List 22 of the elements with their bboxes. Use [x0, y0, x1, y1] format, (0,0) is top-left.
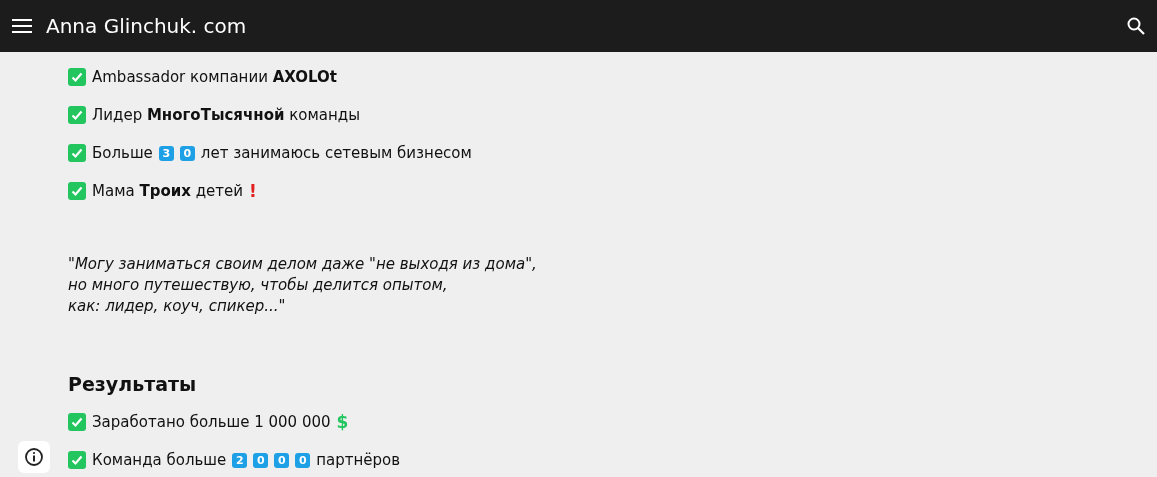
info-button[interactable] — [18, 441, 50, 473]
search-icon[interactable] — [1127, 17, 1145, 35]
text-fragment: лет занимаюсь сетевым бизнесом — [200, 144, 472, 162]
digit-badge: 0 — [274, 452, 290, 468]
digit-badge: 2 — [232, 452, 248, 468]
text-fragment: Больше — [92, 144, 153, 162]
digit-badge: 0 — [179, 145, 195, 161]
list-item-text: Лидер МногоТысячной команды — [92, 106, 360, 124]
digit-badge: 0 — [253, 452, 269, 468]
menu-icon[interactable] — [12, 18, 32, 34]
digit-badge: 0 — [295, 452, 311, 468]
info-icon — [24, 447, 44, 467]
exclamation-mark: ! — [249, 181, 257, 201]
text-fragment: Мама Троих детей — [92, 182, 243, 200]
text-fragment: Заработано больше 1 000 000 — [92, 413, 331, 431]
text-fragment: партнёров — [316, 451, 401, 469]
text-fragment: Команда больше — [92, 451, 227, 469]
dollar-sign: $ — [336, 412, 349, 432]
digit-badge: 3 — [158, 145, 174, 161]
section-heading: Результаты — [68, 373, 198, 395]
list-item-text: Ambassador компании AXOLOt — [92, 68, 337, 86]
quote-text: "Могу заниматься своим делом даже "не выходя из дома", но много путешествую, чтобы делится опытом, как: лидер, коуч, спикер..." — [68, 254, 538, 317]
